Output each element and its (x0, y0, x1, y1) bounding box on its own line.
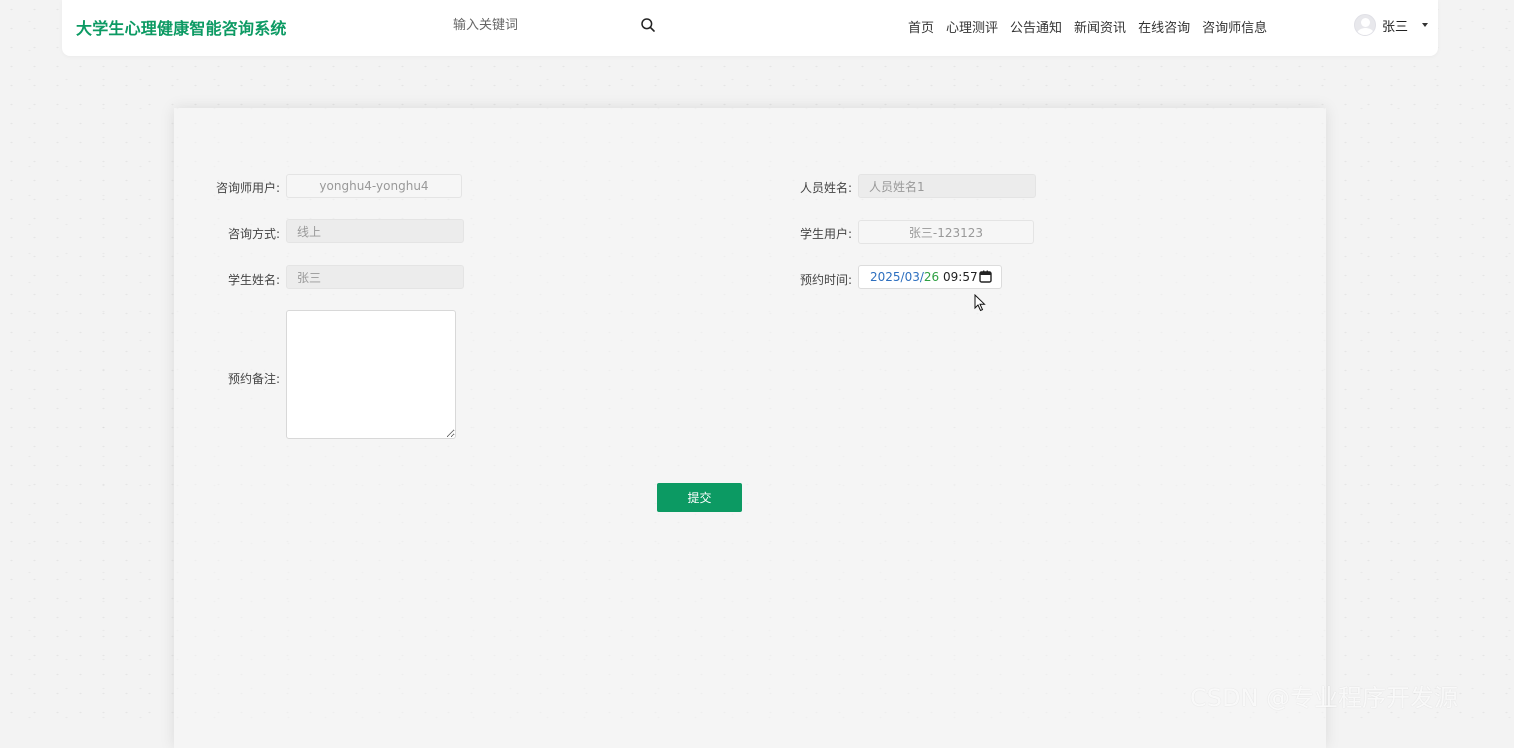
student-name-field[interactable] (286, 265, 464, 289)
student-user-label: 学生用户: (799, 227, 852, 241)
nav-news[interactable]: 新闻资讯 (1074, 17, 1126, 36)
date-day: 26 (923, 270, 940, 284)
submit-button[interactable]: 提交 (657, 483, 742, 512)
date-month: 03 (904, 270, 920, 284)
search-box (444, 8, 666, 42)
counselor-user-field[interactable] (286, 174, 462, 198)
search-input[interactable] (444, 8, 624, 42)
calendar-icon[interactable] (979, 270, 992, 283)
site-logo-title[interactable]: 大学生心理健康智能咨询系统 (76, 15, 287, 39)
nav-home[interactable]: 首页 (908, 17, 934, 36)
student-user-field[interactable] (858, 220, 1034, 244)
appointment-time-input[interactable]: 2025/03/26 09:57 (858, 265, 1002, 289)
time-value: 09:57 (943, 270, 978, 284)
consult-method-label: 咨询方式: (227, 227, 280, 241)
nav-psych-test[interactable]: 心理测评 (946, 17, 998, 36)
chevron-down-icon[interactable] (1422, 23, 1429, 27)
nav-announcements[interactable]: 公告通知 (1010, 17, 1062, 36)
user-name: 张三 (1382, 19, 1409, 35)
avatar (1354, 14, 1376, 36)
remark-textarea[interactable] (286, 310, 456, 439)
search-icon[interactable] (640, 17, 656, 33)
appointment-time-label: 预约时间: (799, 273, 852, 287)
watermark: CSDN @专业程序开发源 (1190, 684, 1459, 712)
date-year: 2025 (870, 270, 901, 284)
nav-counselor-info[interactable]: 咨询师信息 (1202, 17, 1267, 36)
counselor-user-label: 咨询师用户: (215, 181, 280, 195)
consult-method-field[interactable] (286, 219, 464, 243)
staff-name-field[interactable] (858, 174, 1036, 198)
nav-online-consult[interactable]: 在线咨询 (1138, 17, 1190, 36)
staff-name-label: 人员姓名: (799, 181, 852, 195)
mouse-pointer-icon (974, 294, 986, 312)
student-name-label: 学生姓名: (227, 273, 280, 287)
user-menu[interactable]: 张三 (1354, 14, 1429, 36)
main-nav: 首页 心理测评 公告通知 新闻资讯 在线咨询 咨询师信息 (908, 17, 1279, 36)
remark-label: 预约备注: (227, 372, 280, 386)
top-navbar: 大学生心理健康智能咨询系统 首页 心理测评 公告通知 新闻资讯 在线咨询 咨询师… (62, 0, 1438, 56)
